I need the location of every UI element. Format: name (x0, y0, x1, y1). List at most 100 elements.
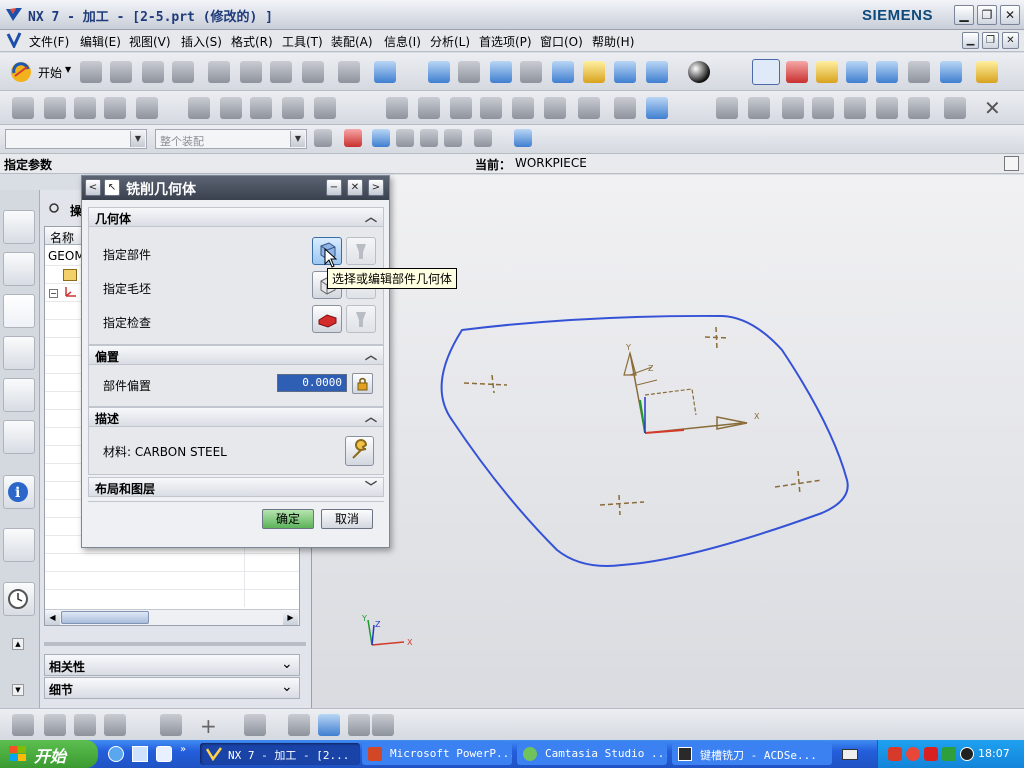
method-icon[interactable] (844, 97, 866, 119)
create-tool-icon[interactable] (876, 61, 898, 83)
measure-icon[interactable] (976, 61, 998, 83)
select-face-icon[interactable] (396, 129, 414, 147)
feature-icon-2[interactable] (44, 714, 66, 736)
taskbar-item-powerpoint[interactable]: Microsoft PowerP... (362, 743, 512, 765)
layout-layers-group-header[interactable]: 布局和图层 ﹀ (88, 477, 384, 497)
lock-icon[interactable] (352, 373, 373, 394)
menu-insert[interactable]: 插入(S) (181, 33, 222, 50)
menu-view[interactable]: 视图(V) (129, 33, 171, 50)
dialog-close-button[interactable]: ✕ (347, 179, 363, 196)
feature-icon-1[interactable] (12, 714, 34, 736)
paste-icon[interactable] (270, 61, 292, 83)
chevron-down-icon[interactable]: ▼ (290, 131, 305, 147)
cancel-button[interactable]: 取消 (321, 509, 373, 529)
menu-help[interactable]: 帮助(H) (592, 33, 634, 50)
doc-restore-button[interactable]: ❐ (982, 32, 999, 49)
replay-toolpath-icon[interactable] (188, 97, 210, 119)
select-feature-icon[interactable] (514, 129, 532, 147)
wcs-origin-icon[interactable] (786, 61, 808, 83)
start-dropdown-icon[interactable]: ▼ (65, 65, 71, 74)
navigator-pin-icon[interactable] (48, 202, 60, 214)
resource-scroll-down-icon[interactable]: ▼ (12, 684, 24, 696)
select-curve-icon[interactable] (444, 129, 462, 147)
select-check-geometry-button[interactable] (312, 305, 342, 333)
tray-volume-icon[interactable] (960, 747, 974, 761)
restore-button[interactable]: ❐ (977, 5, 997, 25)
feature-icon-4[interactable] (104, 714, 126, 736)
tray-security-icon[interactable] (942, 747, 956, 761)
quicklaunch-media-icon[interactable] (132, 746, 148, 762)
zoom-icon[interactable] (520, 61, 542, 83)
scroll-left-icon[interactable]: ◀ (45, 610, 60, 625)
cue-line-toggle-icon[interactable] (1004, 156, 1019, 171)
details-panel[interactable]: 细节 ⌄ (44, 677, 300, 699)
scroll-right-icon[interactable]: ▶ (283, 610, 298, 625)
save-icon[interactable] (142, 61, 164, 83)
quicklaunch-more-icon[interactable]: » (180, 744, 186, 755)
pan-icon[interactable] (583, 61, 605, 83)
menu-format[interactable]: 格式(R) (231, 33, 273, 50)
taskbar-item-acdsee[interactable]: 键槽铣刀 - ACDSe... (672, 743, 832, 765)
geometry-view-icon[interactable] (74, 97, 96, 119)
menu-tools[interactable]: 工具(T) (282, 33, 323, 50)
create-program-icon[interactable] (846, 61, 868, 83)
chevron-up-icon[interactable]: ︿ (362, 408, 380, 426)
tray-camtasia-icon[interactable] (924, 747, 938, 761)
delete-object-icon[interactable] (512, 97, 534, 119)
geometry-group-header[interactable]: 几何体 ︿ (88, 207, 384, 227)
new-icon[interactable] (80, 61, 102, 83)
print-icon[interactable] (172, 61, 194, 83)
display-part-button[interactable] (346, 237, 376, 265)
render-style-icon[interactable] (688, 61, 710, 83)
operation-navigator-tab[interactable] (3, 294, 35, 328)
chevron-down-icon[interactable]: ﹀ (362, 478, 380, 496)
orient-view-icon[interactable] (646, 61, 668, 83)
horizontal-scrollbar[interactable]: ◀ ▶ (45, 609, 299, 625)
copy-icon[interactable] (240, 61, 262, 83)
general-selection-icon[interactable] (344, 129, 362, 147)
output-cls-icon[interactable] (646, 97, 668, 119)
part-blank-icon[interactable] (944, 97, 966, 119)
reuse-library-tab[interactable] (3, 378, 35, 412)
constraint-navigator-tab[interactable] (3, 252, 35, 286)
generate-toolpath-icon[interactable] (136, 97, 158, 119)
tray-network-icon[interactable] (888, 747, 902, 761)
non-cutting-icon[interactable] (812, 97, 834, 119)
select-body-icon[interactable] (372, 129, 390, 147)
chevron-down-icon[interactable]: ▼ (130, 131, 145, 147)
menu-edit[interactable]: 编辑(E) (80, 33, 121, 50)
boolean-icon[interactable] (372, 714, 394, 736)
chevron-up-icon[interactable]: ︿ (362, 346, 380, 364)
web-browser-tab[interactable] (3, 528, 35, 562)
part-offset-input[interactable]: 0.0000 (277, 374, 347, 392)
open-icon[interactable] (110, 61, 132, 83)
wcs-dynamic-icon[interactable] (752, 59, 780, 85)
close-button[interactable]: ✕ (1000, 5, 1020, 25)
simulate-machine-icon[interactable] (282, 97, 304, 119)
create-geometry-icon[interactable] (908, 61, 930, 83)
start-button[interactable]: 开始 (38, 64, 62, 81)
tray-record-icon[interactable] (906, 747, 920, 761)
machine-navigator-tab[interactable] (3, 336, 35, 370)
dialog-header[interactable]: < ↖ 铣削几何体 − ✕ > (82, 176, 389, 200)
menu-window[interactable]: 窗口(O) (540, 33, 583, 50)
info-tab[interactable]: i (3, 475, 35, 509)
feedrate-icon[interactable] (716, 97, 738, 119)
shop-doc-icon[interactable] (614, 97, 636, 119)
command-finder-icon[interactable] (374, 61, 396, 83)
copy-object-icon[interactable] (450, 97, 472, 119)
rotate-icon[interactable] (552, 61, 574, 83)
tool-library-tab[interactable] (3, 420, 35, 454)
material-wrench-button[interactable] (345, 436, 374, 466)
blank-icon[interactable] (908, 97, 930, 119)
keyboard-icon[interactable] (842, 749, 858, 760)
group-icon[interactable] (876, 97, 898, 119)
description-group-header[interactable]: 描述 ︿ (88, 407, 384, 427)
dialog-collapse-button[interactable]: − (326, 179, 342, 196)
dialog-forward-button[interactable]: > (368, 179, 384, 196)
toolbar-close-icon[interactable]: ✕ (984, 96, 1001, 120)
ok-button[interactable]: 确定 (262, 509, 314, 529)
chevron-down-icon[interactable]: ⌄ (281, 656, 293, 672)
minimize-button[interactable]: ▁ (954, 5, 974, 25)
menu-information[interactable]: 信息(I) (384, 33, 421, 50)
